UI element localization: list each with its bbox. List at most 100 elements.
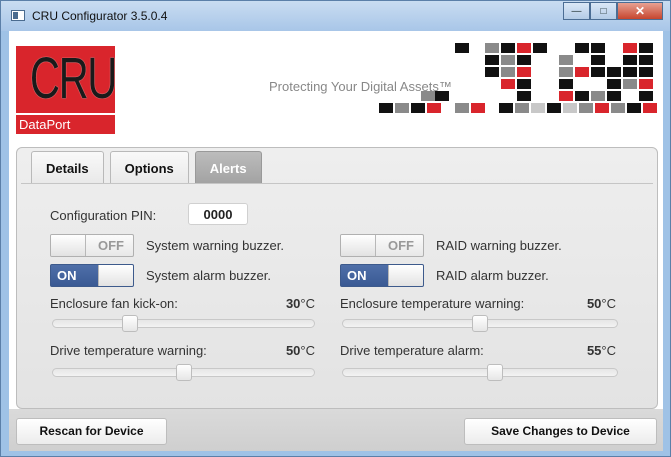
pixel-block [575,67,589,77]
value-number: 50 [285,343,301,358]
pixel-block [501,43,515,53]
pixel-block [623,43,637,53]
maximize-icon[interactable]: □ [590,2,617,20]
enclosure-temp-warning-slider[interactable] [342,315,618,332]
pixel-block [623,79,637,89]
save-changes-button[interactable]: Save Changes to Device [464,418,657,445]
pixel-block [559,67,573,77]
value-number: 50 [586,296,602,311]
pixel-block [411,103,425,113]
pixel-block [639,79,653,89]
pixel-block [501,79,515,89]
drive-temp-warning-value: 50°C [255,343,315,358]
header-banner: CRU DataPort Protecting Your Digital Ass… [9,31,663,139]
pixel-block [517,91,531,101]
raid-warning-label: RAID warning buzzer. [436,238,562,253]
pixel-block [485,55,499,65]
pixel-block [639,67,653,77]
toggle-state: OFF [388,238,414,253]
pixel-block [639,91,653,101]
pixel-block [379,103,393,113]
toggle-knob [388,265,423,286]
pixel-block [607,91,621,101]
value-unit: °C [601,296,616,311]
tab-divider [21,183,653,184]
slider-thumb[interactable] [487,364,503,381]
cru-logo: CRU DataPort [16,46,118,134]
tab-options[interactable]: Options [109,151,189,183]
logo-subtext: DataPort [16,115,115,134]
pixel-block [575,91,589,101]
button-bar: Rescan for Device Save Changes to Device [9,409,663,451]
value-unit: °C [300,343,315,358]
toggle-state: ON [347,268,367,283]
app-icon [11,10,25,21]
pixel-block [485,43,499,53]
fan-kickon-label: Enclosure fan kick-on: [50,296,178,311]
logo-text: CRU [29,46,118,111]
pixel-block [591,67,605,77]
pixel-block [579,103,593,113]
pixel-block [591,43,605,53]
pixel-block [499,103,513,113]
enclosure-temp-warning-label: Enclosure temperature warning: [340,296,525,311]
pixel-block [547,103,561,113]
toggle-state: ON [57,268,77,283]
pixel-block [591,91,605,101]
drive-temp-alarm-slider[interactable] [342,364,618,381]
pixel-block [559,55,573,65]
pixel-block [531,103,545,113]
system-alarm-toggle[interactable]: ON [50,264,134,287]
pixel-block [455,103,469,113]
pixel-block [421,91,435,101]
drive-temp-alarm-value: 55°C [556,343,616,358]
pixel-block [559,79,573,89]
pixel-block [639,43,653,53]
pixel-block [611,103,625,113]
value-number: 55 [586,343,602,358]
system-warning-toggle[interactable]: OFF [50,234,134,257]
pixel-block [517,55,531,65]
tab-details[interactable]: Details [31,151,104,183]
raid-alarm-toggle[interactable]: ON [340,264,424,287]
pixel-block [455,43,469,53]
raid-warning-toggle[interactable]: OFF [340,234,424,257]
minimize-icon[interactable]: — [563,2,590,20]
slider-thumb[interactable] [472,315,488,332]
tab-alerts[interactable]: Alerts [194,151,262,183]
pixel-block [595,103,609,113]
title-bar[interactable]: CRU Configurator 3.5.0.4 — □ ✕ [1,1,670,31]
toggle-knob [51,235,86,256]
slider-thumb[interactable] [176,364,192,381]
pixel-block [563,103,577,113]
pixel-block [623,55,637,65]
pixel-block [501,67,515,77]
close-icon[interactable]: ✕ [617,2,663,20]
value-number: 30 [285,296,301,311]
slider-thumb[interactable] [122,315,138,332]
pin-input[interactable]: 0000 [188,203,248,225]
toggle-knob [341,235,376,256]
fan-kickon-slider[interactable] [52,315,315,332]
drive-temp-warning-slider[interactable] [52,364,315,381]
window-title: CRU Configurator 3.5.0.4 [32,9,168,23]
rescan-button[interactable]: Rescan for Device [16,418,167,445]
value-unit: °C [300,296,315,311]
system-warning-label: System warning buzzer. [146,238,285,253]
pixel-block [643,103,657,113]
pixel-block [517,67,531,77]
drive-temp-alarm-label: Drive temperature alarm: [340,343,484,358]
toggle-state: OFF [98,238,124,253]
tab-bar: Details Options Alerts [31,151,268,183]
pixel-block [395,103,409,113]
pixel-block [575,43,589,53]
raid-alarm-label: RAID alarm buzzer. [436,268,549,283]
fan-kickon-value: 30°C [255,296,315,311]
pixel-block [533,43,547,53]
client-area: CRU DataPort Protecting Your Digital Ass… [9,31,663,451]
pixel-block [627,103,641,113]
alerts-panel: Details Options Alerts Configuration PIN… [16,147,658,409]
app-window: CRU Configurator 3.5.0.4 — □ ✕ CRU DataP… [0,0,671,457]
pixel-block [471,103,485,113]
pixel-block [639,55,653,65]
